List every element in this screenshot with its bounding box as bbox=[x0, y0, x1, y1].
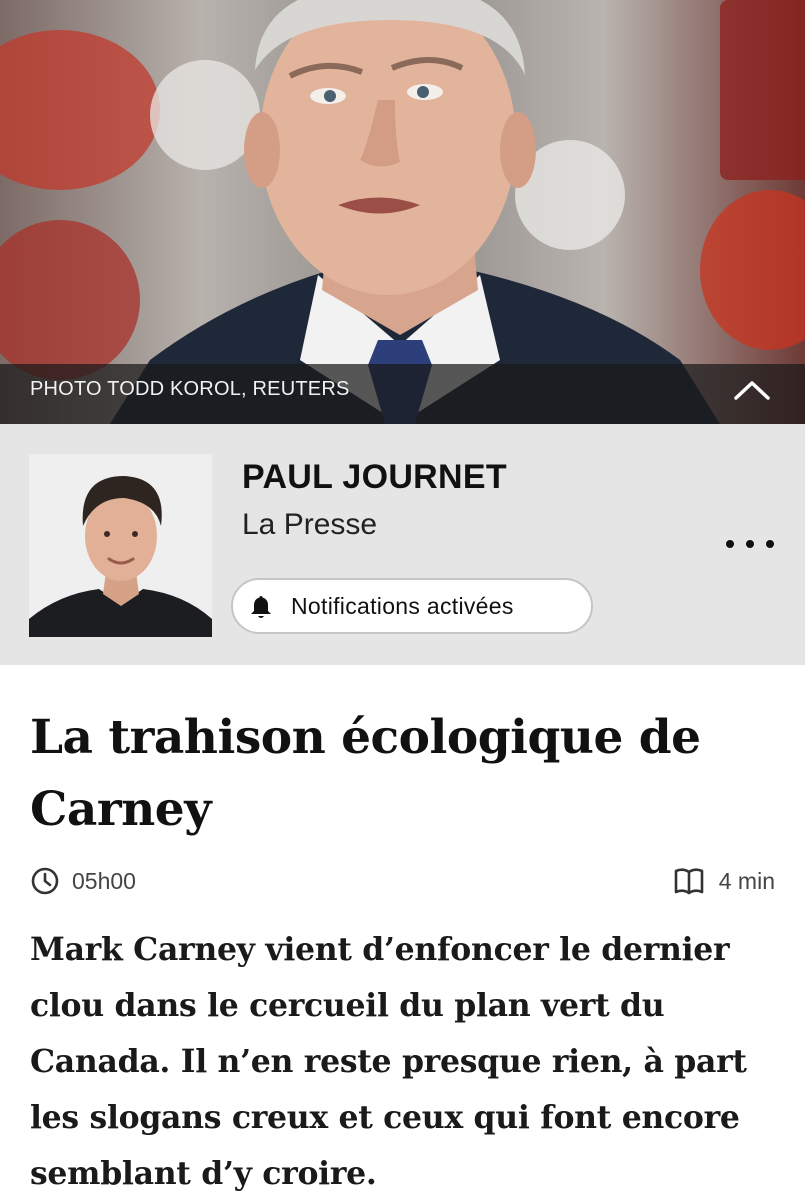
published-time: 05h00 bbox=[30, 864, 136, 898]
article-headline: La trahison écologique de Carney bbox=[30, 710, 701, 837]
author-eye-right bbox=[132, 531, 138, 537]
article-lede: Mark Carney vient d’enfoncer le dernier … bbox=[30, 931, 747, 1192]
book-icon bbox=[674, 868, 704, 895]
author-portrait bbox=[29, 454, 212, 637]
pupil-right bbox=[417, 86, 429, 98]
author-avatar[interactable] bbox=[29, 454, 212, 637]
published-time-text: 05h00 bbox=[72, 867, 136, 894]
ear-right bbox=[500, 112, 536, 188]
bell-icon bbox=[251, 596, 271, 618]
author-panel: PAUL JOURNET La Presse Notifications act… bbox=[0, 424, 805, 665]
portrait-illustration bbox=[110, 0, 720, 424]
dot bbox=[766, 540, 774, 548]
author-eye-left bbox=[104, 531, 110, 537]
pupil-left bbox=[324, 90, 336, 102]
dot bbox=[726, 540, 734, 548]
more-options-icon[interactable] bbox=[722, 530, 778, 558]
reading-time-text: 4 min bbox=[718, 867, 775, 894]
hero-photo: PHOTO TODD KOROL, REUTERS bbox=[0, 0, 805, 424]
clock-icon bbox=[31, 867, 59, 895]
chevron-up-icon[interactable] bbox=[732, 376, 772, 404]
notifications-button[interactable]: Notifications activées bbox=[231, 578, 593, 634]
ear-left bbox=[244, 112, 280, 188]
reading-time: 4 min bbox=[673, 864, 775, 898]
author-name[interactable]: PAUL JOURNET bbox=[242, 458, 507, 497]
notifications-label: Notifications activées bbox=[291, 593, 514, 619]
dot bbox=[746, 540, 754, 548]
author-outlet: La Presse bbox=[242, 508, 378, 541]
photo-credit: PHOTO TODD KOROL, REUTERS bbox=[30, 378, 350, 400]
